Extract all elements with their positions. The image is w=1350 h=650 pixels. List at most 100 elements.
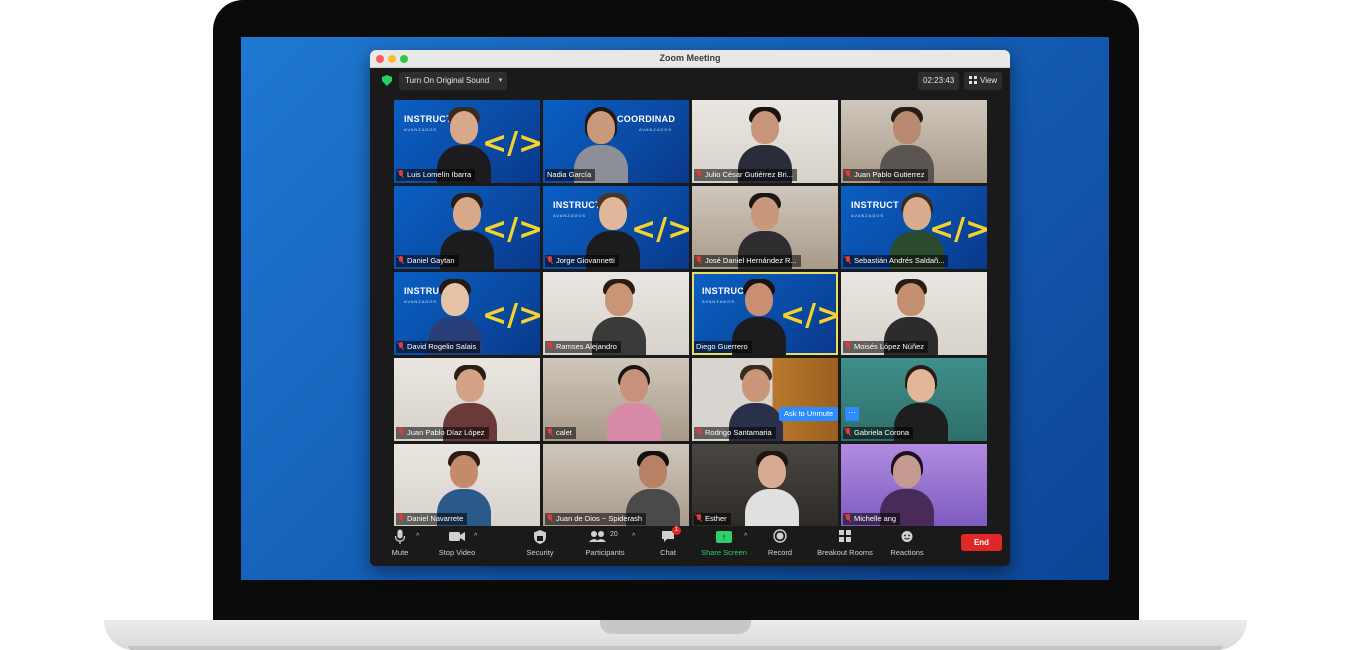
participant-name: Juan Pablo Gutierrez bbox=[854, 170, 925, 179]
participant-name: Rodrigo Santamaria bbox=[705, 428, 772, 437]
muted-mic-icon bbox=[845, 256, 851, 264]
original-sound-button[interactable]: Turn On Original Sound ▾ bbox=[399, 72, 508, 90]
brand-banner-subtext: AVANZADOS bbox=[404, 127, 438, 132]
participant-name-tag: Sebastián Andrés Saldañ... bbox=[843, 255, 949, 267]
muted-mic-icon bbox=[398, 342, 404, 350]
muted-mic-icon bbox=[696, 428, 702, 436]
view-label: View bbox=[980, 76, 998, 85]
chat-label: Chat bbox=[660, 548, 676, 557]
participant-name-tag: Ramses Alejandro bbox=[545, 341, 621, 353]
security-label: Security bbox=[526, 548, 554, 557]
video-tile[interactable]: José Daniel Hernández R... bbox=[692, 186, 838, 269]
muted-mic-icon bbox=[845, 428, 851, 436]
chat-icon: 1 bbox=[658, 526, 681, 545]
chat-button[interactable]: 1 Chat bbox=[658, 526, 681, 557]
chevron-down-icon: ▾ bbox=[498, 77, 503, 84]
participant-name-tag: Esther bbox=[694, 513, 731, 525]
video-tile[interactable]: INSTRUCT AVANZADOS </> Luis Lomelín Ibar… bbox=[394, 100, 540, 183]
record-icon bbox=[766, 529, 794, 545]
end-meeting-button[interactable]: End bbox=[961, 534, 1002, 551]
video-tile[interactable]: Moisés López Núñez bbox=[841, 272, 987, 355]
ask-to-unmute-button[interactable]: Ask to Unmute bbox=[779, 407, 839, 421]
participant-name: Gabriela Corona bbox=[854, 428, 910, 437]
participant-name-tag: Moisés López Núñez bbox=[843, 341, 929, 353]
video-tile[interactable]: Rodrigo Santamaria bbox=[692, 358, 838, 441]
video-tile[interactable]: calet bbox=[543, 358, 689, 441]
video-tile[interactable]: COORDINAD AVANZADOS Nadia García bbox=[543, 100, 689, 183]
video-tile[interactable]: Michelle ang bbox=[841, 444, 987, 527]
video-tile[interactable]: INSTRUCT AVANZADOS </> David Rogelio Sal… bbox=[394, 272, 540, 355]
laptop-mockup: Zoom Meeting Turn On Original Sound ▾ 02… bbox=[0, 0, 1350, 650]
video-tile[interactable]: INSTRUCT AVANZADOS </> Sebastián Andrés … bbox=[841, 186, 987, 269]
audio-options-caret-icon[interactable]: ^ bbox=[416, 533, 419, 540]
participants-button[interactable]: 20 Participants bbox=[580, 529, 630, 557]
record-button[interactable]: Record bbox=[766, 529, 794, 557]
gallery-view: INSTRUCT AVANZADOS </> Luis Lomelín Ibar… bbox=[394, 100, 987, 527]
participant-name-tag: Juan Pablo Gutierrez bbox=[843, 169, 929, 181]
reactions-label: Reactions bbox=[890, 548, 924, 557]
mute-label: Mute bbox=[391, 548, 409, 557]
participants-options-caret-icon[interactable]: ^ bbox=[632, 533, 635, 540]
reactions-button[interactable]: Reactions bbox=[888, 529, 926, 557]
meeting-timer: 02:23:43 bbox=[918, 72, 960, 90]
participant-name-tag: Juan de Dios ~ Spiderash bbox=[545, 513, 647, 525]
participant-name-tag: Juan Pablo Díaz López bbox=[396, 427, 489, 439]
video-tile[interactable]: INSTRUCT AVANZADOS </> Jorge Giovannetti bbox=[543, 186, 689, 269]
participant-name: José Daniel Hernández R... bbox=[705, 256, 797, 265]
video-tile[interactable]: Gabriela Corona bbox=[841, 358, 987, 441]
muted-mic-icon bbox=[547, 256, 553, 264]
muted-mic-icon bbox=[696, 256, 702, 264]
stop-video-label: Stop Video bbox=[438, 548, 476, 557]
video-tile[interactable]: Ramses Alejandro bbox=[543, 272, 689, 355]
share-screen-arrow-icon: ↑ bbox=[716, 531, 732, 543]
video-tile[interactable]: Juan Pablo Díaz López bbox=[394, 358, 540, 441]
muted-mic-icon bbox=[547, 514, 553, 522]
participant-name: Juan de Dios ~ Spiderash bbox=[556, 514, 643, 523]
participant-name: Michelle ang bbox=[854, 514, 897, 523]
participant-name: calet bbox=[556, 428, 572, 437]
participant-name-tag: Julio César Gutiérrez Bri... bbox=[694, 169, 797, 181]
share-screen-button[interactable]: ↑ Share Screen bbox=[700, 529, 748, 557]
participant-name-tag: calet bbox=[545, 427, 576, 439]
video-tile-active-speaker[interactable]: INSTRUCT AVANZADOS </> Diego Guerrero bbox=[692, 272, 838, 355]
muted-mic-icon bbox=[845, 170, 851, 178]
participant-name: Daniel Navarrete bbox=[407, 514, 464, 523]
video-tile[interactable]: Juan de Dios ~ Spiderash bbox=[543, 444, 689, 527]
grid-view-icon bbox=[969, 76, 977, 84]
meeting-topbar: Turn On Original Sound ▾ 02:23:43 View bbox=[370, 68, 1010, 94]
view-button[interactable]: View bbox=[964, 72, 1003, 90]
video-tile[interactable]: Esther bbox=[692, 444, 838, 527]
breakout-rooms-button[interactable]: Breakout Rooms bbox=[812, 529, 878, 557]
security-button[interactable]: Security bbox=[520, 529, 560, 557]
participant-name-tag: Diego Guerrero bbox=[694, 341, 752, 353]
participants-count: 20 bbox=[610, 531, 618, 538]
mute-button[interactable]: Mute bbox=[388, 529, 412, 557]
encryption-shield-icon[interactable] bbox=[382, 75, 392, 86]
more-options-button[interactable]: ··· bbox=[845, 407, 859, 421]
participant-name: Nadia García bbox=[547, 170, 592, 179]
share-screen-label: Share Screen bbox=[701, 548, 747, 557]
participant-name: Ramses Alejandro bbox=[556, 342, 617, 351]
participant-name-tag: Daniel Navarrete bbox=[396, 513, 468, 525]
brand-banner-subtext: AVANZADOS bbox=[639, 127, 673, 132]
breakout-rooms-icon bbox=[812, 529, 878, 545]
brand-banner-subtext: AVANZADOS bbox=[851, 213, 885, 218]
participant-name: Luis Lomelín Ibarra bbox=[407, 170, 472, 179]
microphone-icon bbox=[388, 529, 412, 545]
participant-name: Moisés López Núñez bbox=[854, 342, 925, 351]
participant-video bbox=[745, 449, 800, 527]
video-tile[interactable]: Daniel Navarrete bbox=[394, 444, 540, 527]
share-options-caret-icon[interactable]: ^ bbox=[744, 533, 747, 540]
muted-mic-icon bbox=[696, 170, 702, 178]
participant-name-tag: Rodrigo Santamaria bbox=[694, 427, 776, 439]
video-tile[interactable]: Juan Pablo Gutierrez bbox=[841, 100, 987, 183]
video-options-caret-icon[interactable]: ^ bbox=[474, 533, 477, 540]
muted-mic-icon bbox=[398, 170, 404, 178]
video-tile[interactable]: Julio César Gutiérrez Bri... bbox=[692, 100, 838, 183]
participants-label: Participants bbox=[585, 548, 625, 557]
participant-name-tag: Nadia García bbox=[545, 169, 596, 181]
participant-name-tag: Luis Lomelín Ibarra bbox=[396, 169, 476, 181]
video-tile[interactable]: </> Daniel Gaytan bbox=[394, 186, 540, 269]
participant-name: Esther bbox=[705, 514, 727, 523]
smiley-reaction-icon bbox=[888, 529, 926, 545]
